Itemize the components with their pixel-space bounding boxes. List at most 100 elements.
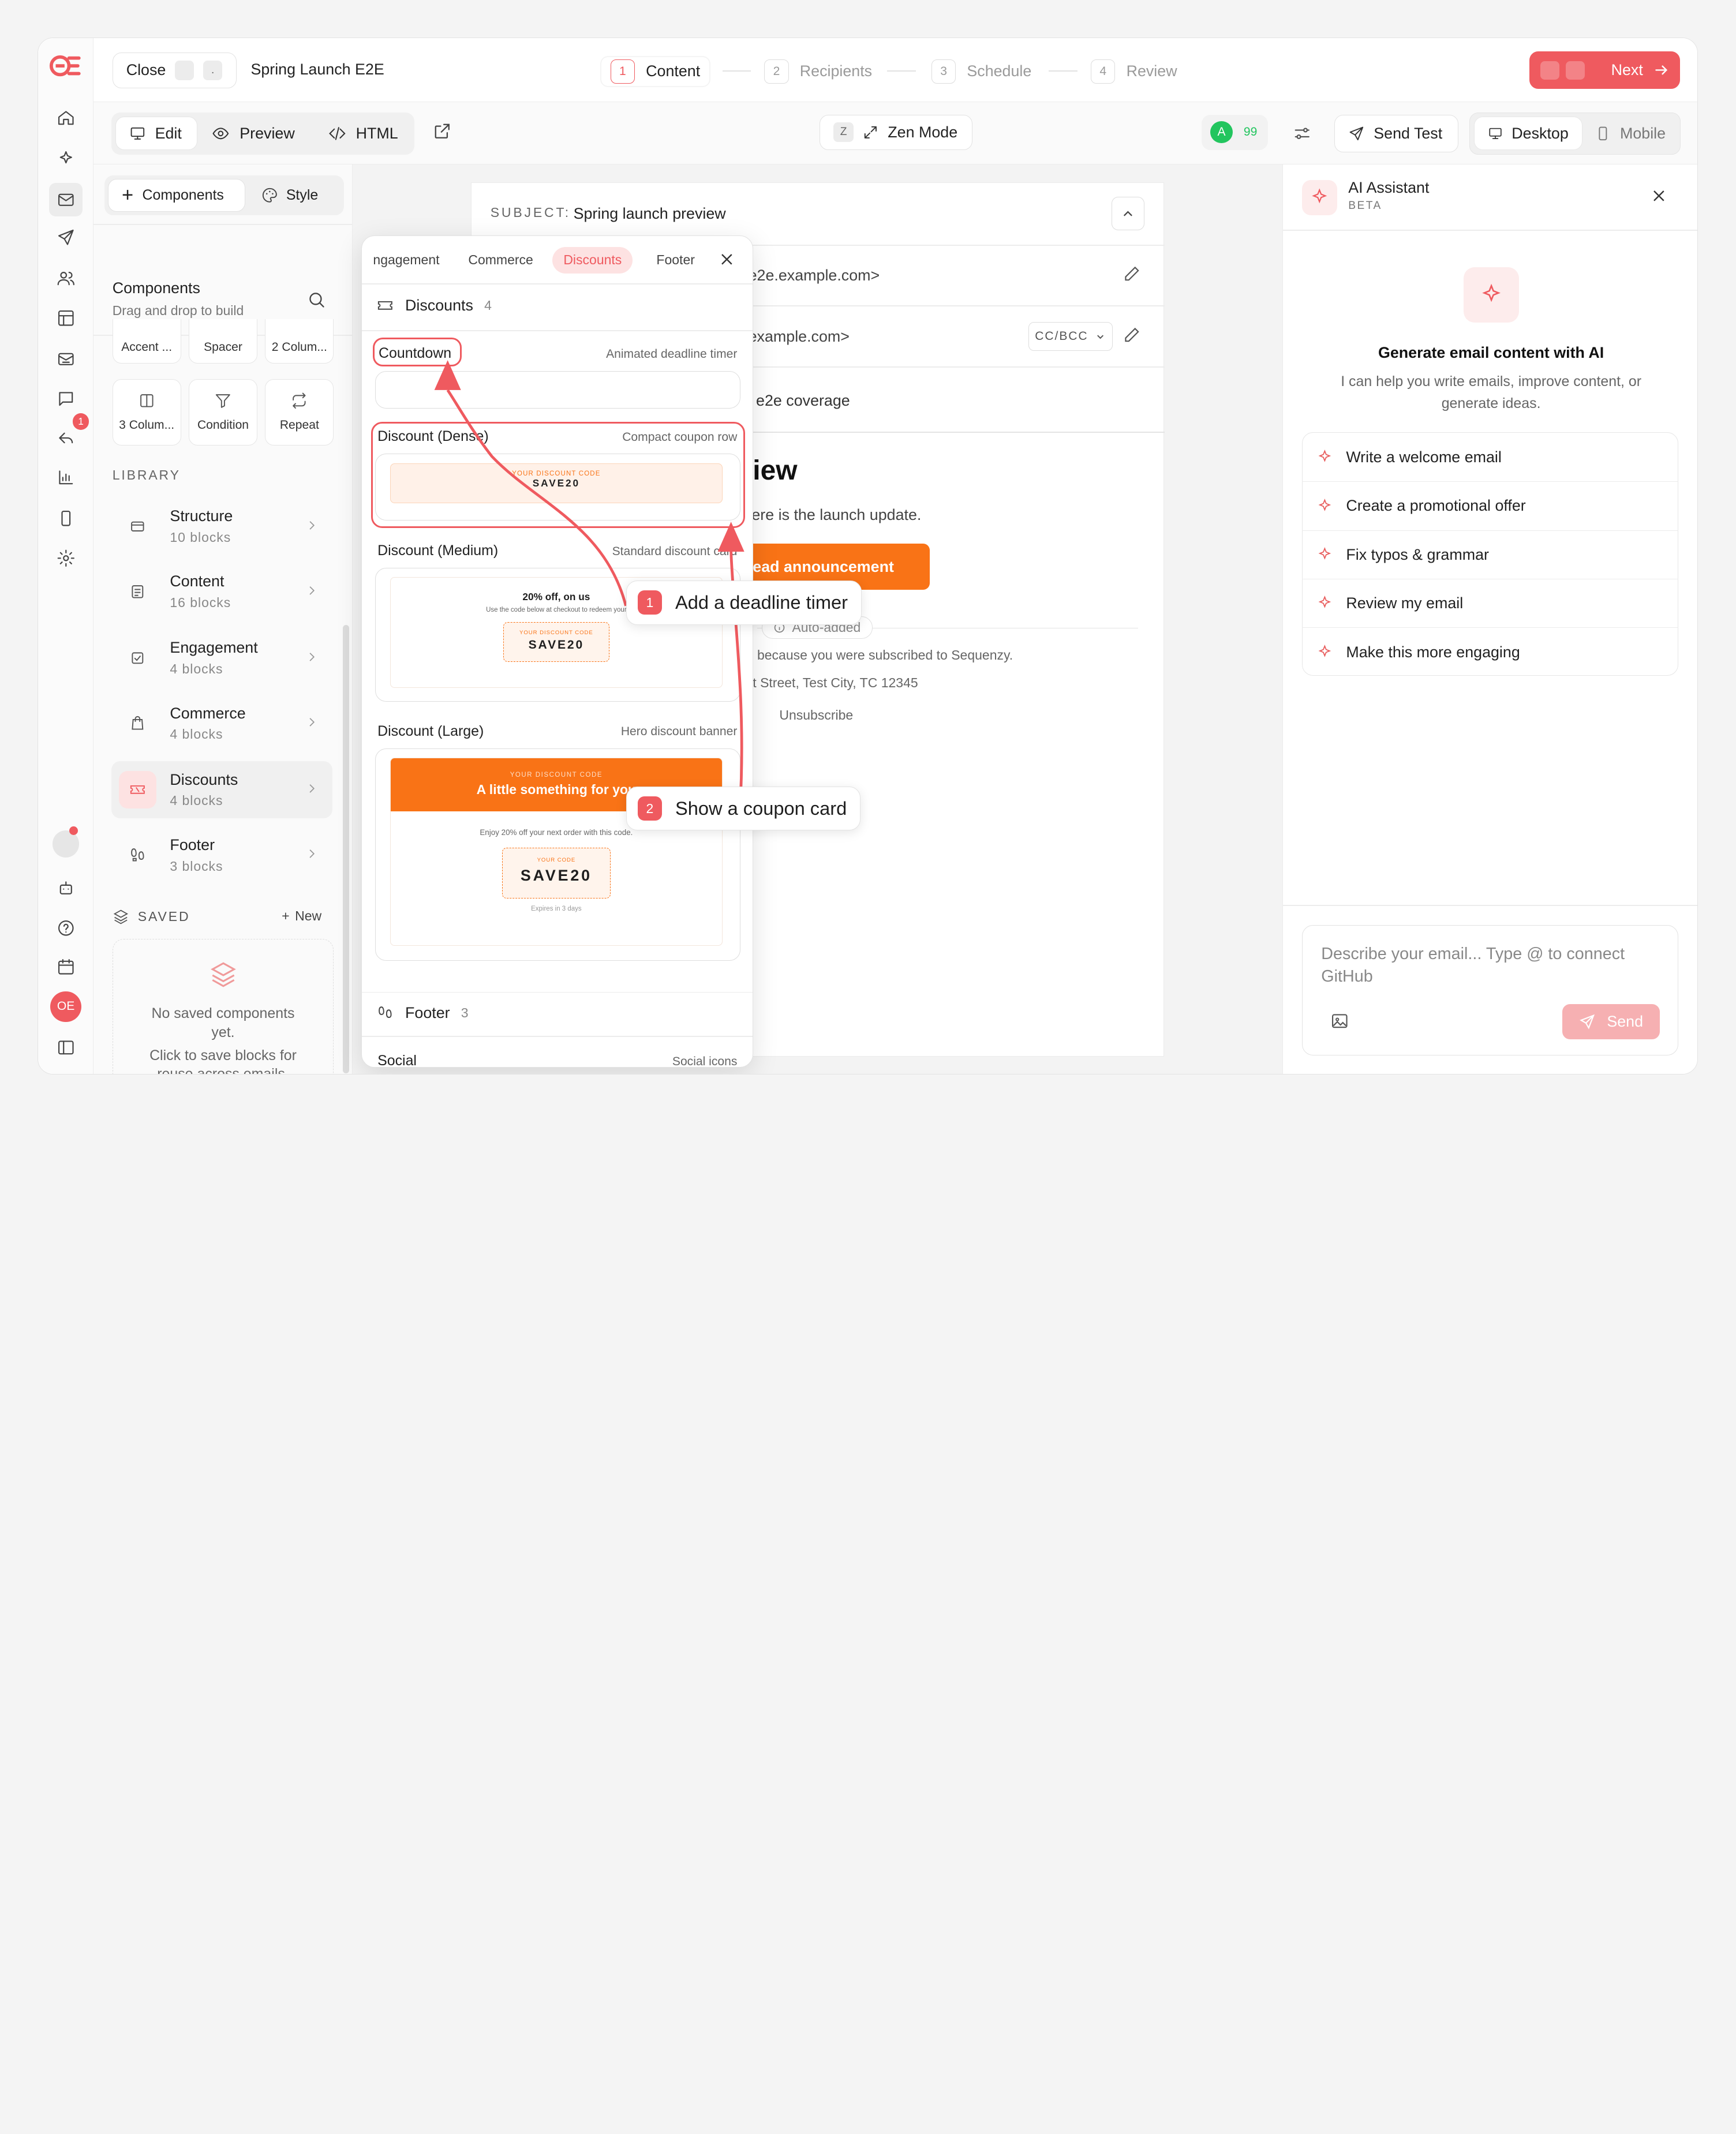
step-recipients[interactable]: 2 Recipients [764,57,872,86]
suggestion-item[interactable]: Fix typos & grammar [1301,531,1678,580]
layout-icon[interactable] [53,305,79,331]
mobile-toggle[interactable]: Mobile [1595,117,1666,150]
component-tile[interactable]: 2 Colum... [265,319,334,364]
block-desc: Animated deadline timer [606,347,738,361]
section-count: 3 [461,1005,469,1020]
edit-tab[interactable]: Edit [115,117,198,150]
block-countdown[interactable] [375,370,741,409]
divider [362,1036,753,1038]
layers-icon [113,909,128,924]
category-structure[interactable]: Structure 10 blocks [111,497,333,555]
subject-value[interactable]: Spring launch preview [574,205,726,223]
suggestion-item[interactable]: Write a welcome email [1301,433,1678,482]
structure-icon [131,521,144,531]
close-button[interactable]: Close . [112,53,237,88]
close-icon[interactable] [1651,188,1667,209]
suggestion-item[interactable]: Create a promotional offer [1301,482,1678,531]
sparkle-icon [1318,547,1331,560]
close-icon[interactable] [719,251,735,272]
sidebar-toggle-icon[interactable] [53,1034,79,1061]
zen-label: Zen Mode [888,123,958,141]
zen-mode-button[interactable]: Z Zen Mode [820,114,972,150]
phone-icon[interactable] [53,506,79,532]
suggestion-item[interactable]: Review my email [1301,579,1678,628]
desktop-label: Desktop [1511,124,1569,142]
category-commerce[interactable]: Commerce 4 blocks [111,695,333,752]
users-icon[interactable] [53,265,79,291]
component-tile-repeat[interactable]: Repeat [265,379,334,445]
campaign-name[interactable]: Spring Launch E2E [250,61,384,78]
step-content[interactable]: 1 Content [601,57,709,86]
category-engagement[interactable]: Engagement 4 blocks [111,629,333,687]
component-tile[interactable]: Spacer [189,319,257,364]
tab-components[interactable]: + Components [108,178,245,212]
block-discount-dense[interactable]: YOUR DISCOUNT CODE SAVE20 [375,454,741,521]
email-icon[interactable] [49,183,83,216]
email-body-text[interactable]: ere is the launch update. [751,506,921,524]
user-avatar[interactable]: OE [50,991,81,1023]
ai-input-box[interactable]: Describe your email... Type @ to connect… [1301,924,1678,1055]
step-schedule[interactable]: 3 Schedule [931,57,1031,86]
ai-heading: Generate email content with AI [1378,343,1604,361]
search-icon[interactable] [307,290,326,314]
desktop-toggle[interactable]: Desktop [1473,117,1582,150]
popover-tab-commerce[interactable]: Commerce [457,247,544,274]
sliders-icon[interactable] [1292,123,1312,148]
tab-style[interactable]: Style [261,179,318,212]
block-discount-large[interactable]: YOUR DISCOUNT CODE A little something fo… [375,748,741,961]
monitor-icon [131,127,145,140]
subject-label: SUBJECT: [490,204,571,220]
deliverability-score[interactable]: A 99 [1202,114,1269,150]
sparkle-icon[interactable] [53,145,79,172]
component-tile[interactable]: Accent ... [112,319,181,364]
section-title: Footer [405,1004,450,1021]
settings-icon[interactable] [53,545,79,572]
coupon-label: YOUR DISCOUNT CODE [510,771,603,778]
external-link-icon[interactable] [432,121,452,146]
category-footer[interactable]: Footer 3 blocks [111,826,333,884]
category-name: Structure [170,507,233,525]
next-button[interactable]: Next [1529,51,1680,89]
new-saved-button[interactable]: + New [282,908,321,924]
inbox-icon[interactable] [53,346,79,372]
suggestion-item[interactable]: Make this more engaging [1302,628,1678,676]
category-count: 4 blocks [170,727,223,742]
ai-assistant-panel: AI Assistant BETA Generate email content… [1282,164,1698,1075]
help-icon[interactable] [53,915,79,941]
edit-from-icon[interactable] [1123,264,1142,288]
component-tile-3-columns[interactable]: 3 Colum... [112,379,181,445]
collapse-button[interactable] [1111,197,1145,230]
scrollbar[interactable] [342,624,350,1073]
chat-icon[interactable] [53,385,79,412]
step-number: 2 [764,59,789,84]
cc-bcc-button[interactable]: CC/BCC [1028,322,1113,351]
component-tile-condition[interactable]: Condition [189,379,257,445]
reply-icon[interactable] [53,426,79,452]
category-content[interactable]: Content 16 blocks [111,563,333,620]
large-coupon: YOUR DISCOUNT CODE A little something fo… [390,757,723,946]
send-test-button[interactable]: Send Test [1334,114,1458,152]
preview-tab[interactable]: Preview [212,117,295,150]
image-icon[interactable] [1330,1012,1349,1035]
ai-title: AI Assistant [1348,178,1430,196]
send-icon[interactable] [53,224,79,250]
block-desc: Social icons [672,1054,738,1068]
calendar-icon[interactable] [53,953,79,980]
home-icon[interactable] [53,104,79,131]
app-logo[interactable] [48,51,83,80]
category-discounts[interactable]: Discounts 4 blocks [111,761,333,819]
edit-to-icon[interactable] [1123,325,1142,349]
popover-tab-discounts[interactable]: Discounts [552,246,633,274]
html-tab[interactable]: HTML [328,117,398,150]
step-review[interactable]: 4 Review [1091,57,1177,86]
chart-icon[interactable] [53,465,79,491]
send-test-label: Send Test [1374,124,1443,142]
send-icon [1349,126,1364,140]
popover-tab-engagement[interactable]: ngagement [362,247,450,274]
send-button[interactable]: Send [1562,1004,1660,1040]
popover-tab-footer[interactable]: Footer [645,247,706,274]
beta-badge: BETA [1348,200,1382,212]
unsubscribe-link[interactable]: Unsubscribe [779,707,853,723]
email-heading[interactable]: iew [753,455,797,486]
bot-icon[interactable] [53,875,79,901]
